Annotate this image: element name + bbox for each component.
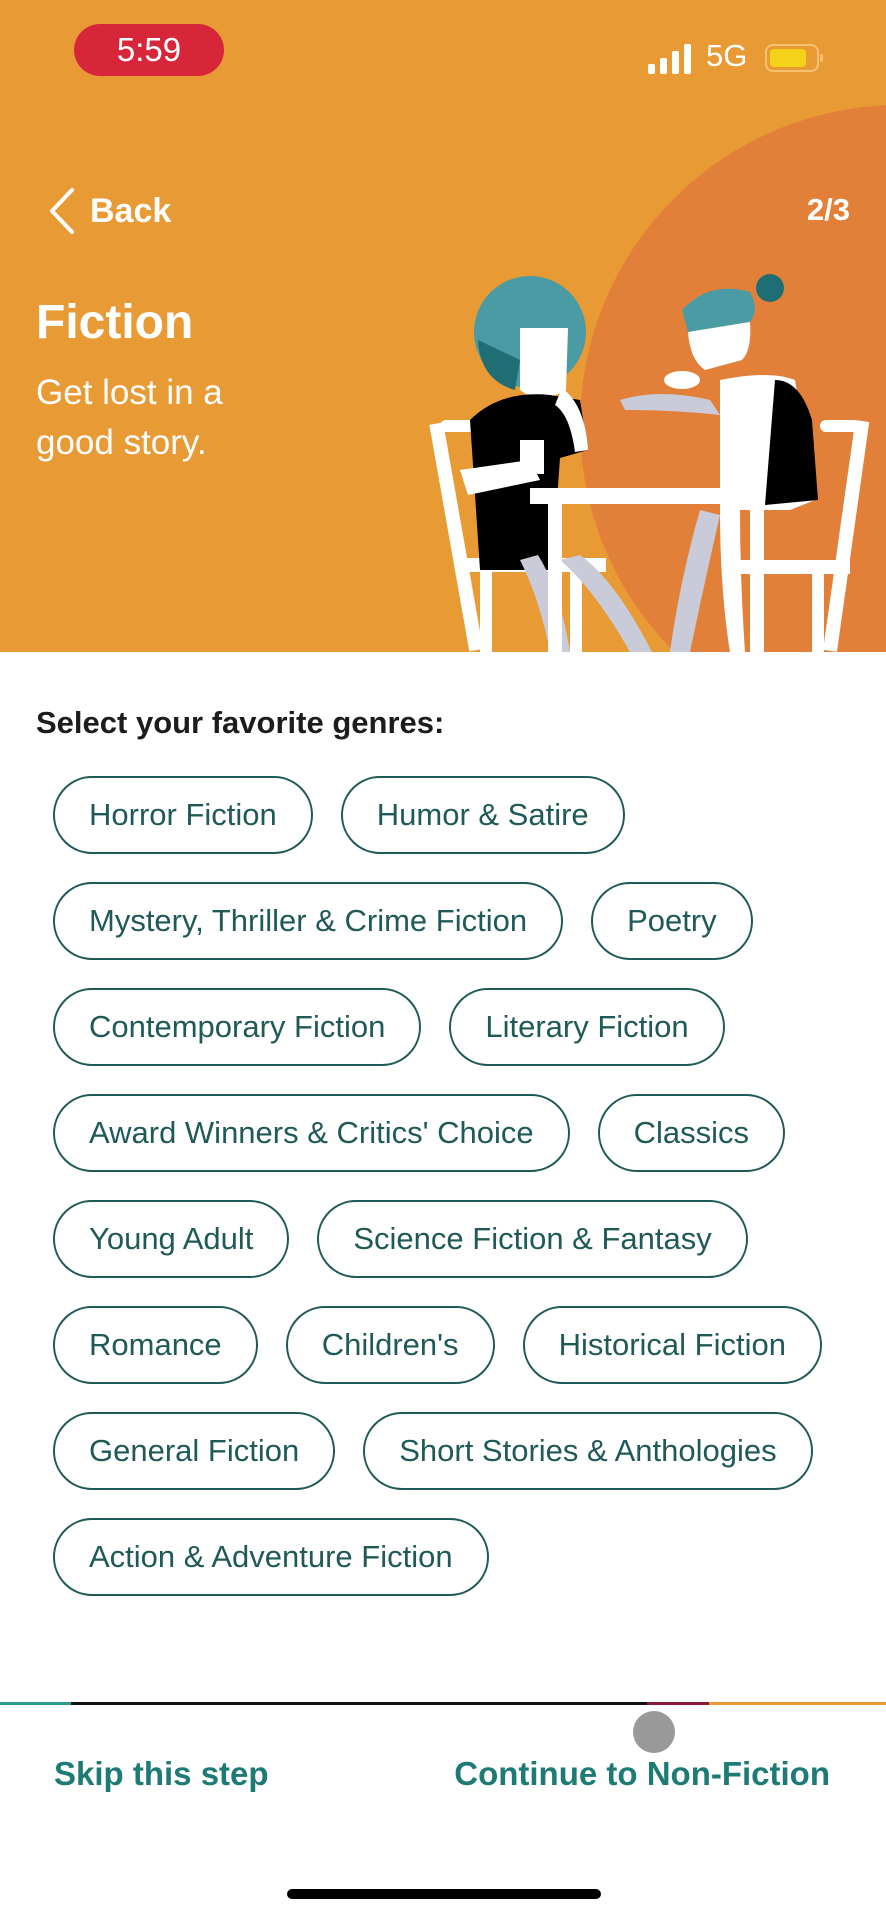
back-button[interactable]: Back (46, 186, 171, 236)
genres-prompt: Select your favorite genres: (36, 705, 445, 740)
genre-chip[interactable]: Poetry (591, 882, 753, 960)
genre-chip[interactable]: Young Adult (53, 1200, 290, 1278)
status-bar: 5:59 5G (0, 0, 886, 110)
genre-chip[interactable]: Humor & Satire (340, 776, 625, 854)
back-label: Back (90, 191, 172, 230)
genre-chip[interactable]: Contemporary Fiction (53, 988, 422, 1066)
genre-chip[interactable]: Historical Fiction (522, 1306, 822, 1384)
header-banner: 5:59 5G Back 2/3 Fiction Get lost in a g… (0, 0, 886, 652)
page-title: Fiction (36, 296, 194, 349)
genre-chip[interactable]: Award Winners & Critics' Choice (53, 1094, 570, 1172)
woman-figure (620, 274, 818, 652)
genre-chip[interactable]: Romance (53, 1306, 258, 1384)
genre-chip[interactable]: Mystery, Thriller & Crime Fiction (53, 882, 564, 960)
genre-chip[interactable]: General Fiction (53, 1412, 336, 1490)
step-indicator: 2/3 (806, 192, 850, 227)
genre-chip[interactable]: Children's (285, 1306, 495, 1384)
network-type: 5G (706, 38, 748, 73)
genre-chip[interactable]: Action & Adventure Fiction (53, 1518, 489, 1596)
status-time: 5:59 (74, 24, 224, 76)
genre-chip[interactable]: Short Stories & Anthologies (363, 1412, 813, 1490)
genre-chip[interactable]: Classics (597, 1094, 786, 1172)
genre-chip[interactable]: Literary Fiction (449, 988, 725, 1066)
skip-step-button[interactable]: Skip this step (54, 1755, 269, 1793)
cafe-illustration (429, 274, 870, 652)
battery-icon (765, 44, 823, 72)
continue-button[interactable]: Continue to Non-Fiction (454, 1755, 830, 1793)
genre-chip[interactable]: Horror Fiction (53, 776, 313, 854)
genre-chip[interactable]: Science Fiction & Fantasy (317, 1200, 748, 1278)
genre-chip-list: Horror Fiction Humor & Satire Mystery, T… (53, 776, 853, 1700)
home-indicator[interactable] (287, 1889, 601, 1899)
touch-indicator (633, 1711, 675, 1753)
footer-bar: Skip this step Continue to Non-Fiction (0, 1705, 886, 1920)
page-subtitle: Get lost in a good story. (36, 373, 223, 462)
cellular-signal-icon (648, 44, 691, 74)
chevron-left-icon (50, 188, 74, 234)
